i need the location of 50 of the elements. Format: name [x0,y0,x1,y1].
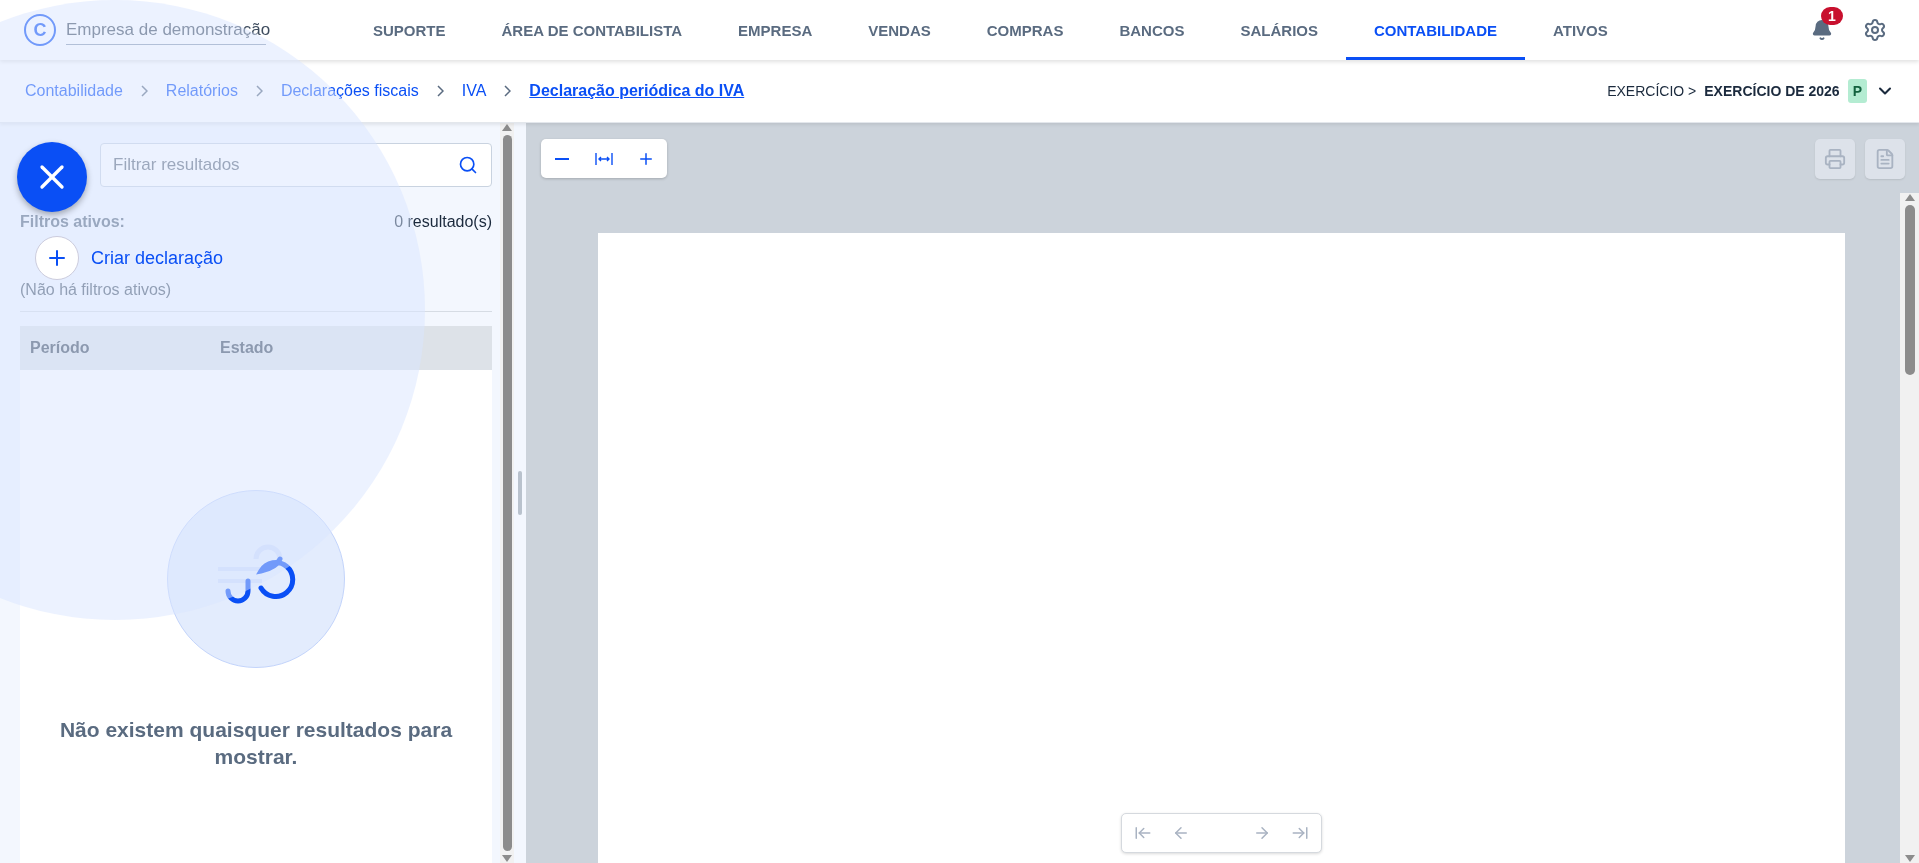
nav-tab[interactable]: BANCOS [1091,0,1213,60]
breadcrumb-link[interactable]: Declaração periódica do IVA [529,82,745,100]
search-icon[interactable] [458,155,478,175]
print-button[interactable] [1815,139,1855,179]
column-header: Período [20,326,210,370]
scrollbar-thumb[interactable] [502,135,512,851]
chevron-icon [504,85,512,97]
create-declaration-button[interactable]: Criar declaração [35,236,224,280]
filters-label: Filtros ativos: [20,213,125,231]
chevron-icon [436,85,444,97]
filters-value: (Não há filtros ativos) [20,281,172,299]
nav-tab[interactable]: CONTABILIDADE [1346,0,1526,60]
nav-tab[interactable]: COMPRAS [958,0,1092,60]
notification-count: 1 [1821,7,1843,25]
breadcrumb-link[interactable]: IVA [461,82,487,100]
empty-message: Não existem quaisquer resultados para mostrar. [58,717,454,771]
nav-tab[interactable]: EMPRESA [710,0,841,60]
scroll-down-icon[interactable] [502,855,512,863]
fit-width-icon [595,151,613,166]
chevron-icon [255,85,263,97]
chevron-icon [140,85,148,97]
minus-icon [555,157,569,160]
scroll-down-icon[interactable] [1904,855,1915,863]
result-count: 0 resultado(s) [394,213,492,231]
fiscal-year-label: EXERCÍCIO > [1607,83,1697,99]
nav-tab[interactable]: ÁREA DE CONTABILISTA [473,0,711,60]
year-badge: P [1847,79,1867,103]
breadcrumb-link[interactable]: Declarações fiscais [280,82,419,100]
bell-icon[interactable] [1811,19,1833,41]
column-header: Estado [210,326,492,370]
fiscal-year-value: EXERCÍCIO DE 2026 [1704,83,1840,99]
nav-tab[interactable]: ATIVOS [1525,0,1636,60]
scroll-up-icon[interactable] [1904,193,1915,201]
next-page-button[interactable] [1253,824,1271,842]
document-button[interactable] [1865,139,1905,179]
nav-tab[interactable]: SALÁRIOS [1212,0,1346,60]
scrollbar[interactable] [1900,193,1919,863]
settings-icon[interactable] [1863,18,1887,42]
company-logo: C [24,14,56,46]
last-page-button[interactable] [1291,824,1309,842]
nav-tab[interactable]: VENDAS [840,0,959,60]
first-page-button[interactable] [1134,824,1152,842]
document-icon [1874,148,1896,170]
search-field[interactable]: Filtrar resultados [100,143,492,187]
printer-icon [1824,148,1846,170]
scrollbar-thumb[interactable] [1904,205,1915,375]
nav-tab[interactable]: SUPORTE [345,0,474,60]
scrollbar[interactable] [500,123,514,863]
previous-page-button[interactable] [1172,824,1190,842]
scroll-up-icon[interactable] [502,123,512,131]
